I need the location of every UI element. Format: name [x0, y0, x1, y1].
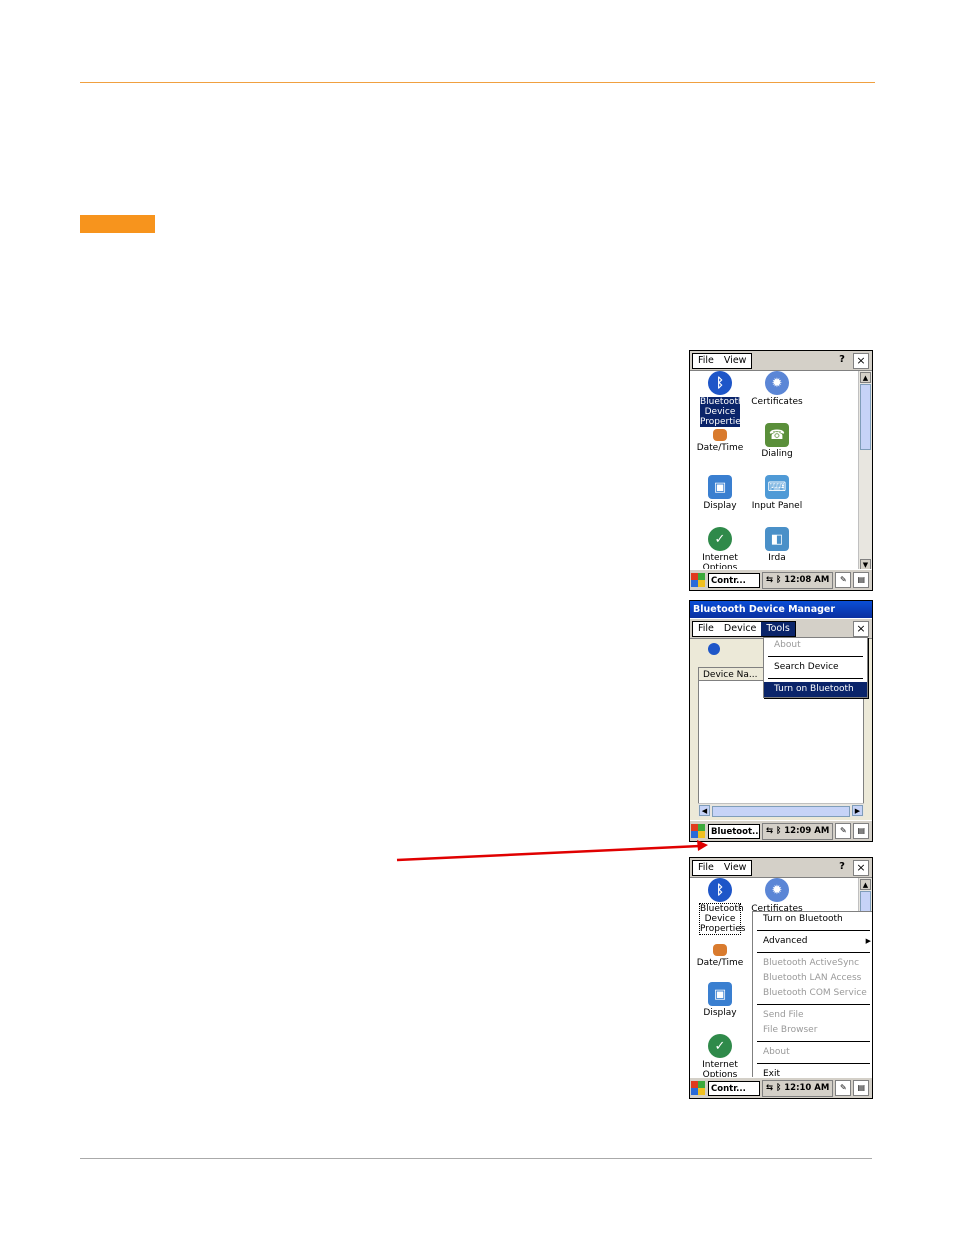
arrow-head-icon [697, 840, 708, 851]
callout-arrow [396, 840, 708, 862]
arrow-line [396, 844, 701, 862]
